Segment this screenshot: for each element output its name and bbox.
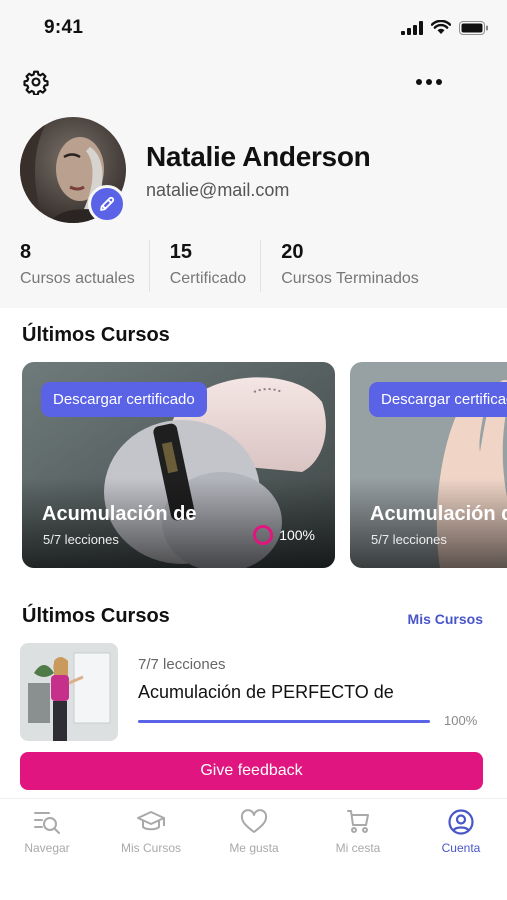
course-card-progress: 100% — [253, 525, 315, 545]
course-card-lessons: 5/7 lecciones — [43, 532, 119, 547]
list-item-progress-fill — [138, 720, 430, 723]
home-indicator — [187, 884, 321, 889]
ellipsis-icon — [416, 79, 442, 85]
tab-label: Mi cesta — [335, 841, 381, 855]
gear-icon — [23, 70, 49, 95]
stat-label: Cursos Terminados — [281, 270, 419, 287]
list-item-progress-label: 100% — [444, 713, 478, 728]
course-card-title: Acumulación de — [370, 503, 507, 525]
cart-icon — [347, 810, 369, 833]
tab-cuenta[interactable]: Cuenta — [411, 809, 507, 855]
tab-label: Me gusta — [229, 841, 279, 855]
status-icons — [401, 20, 489, 35]
tab-mi-cesta[interactable]: Mi cesta — [308, 809, 408, 855]
user-circle-icon — [448, 809, 474, 835]
course-thumbnail — [20, 643, 118, 741]
tab-label: Navegar — [24, 841, 70, 855]
course-card-title: Acumulación de — [42, 503, 197, 525]
more-options-button[interactable] — [413, 70, 445, 94]
course-card[interactable]: Descargar certificado Acumulación de 5/7… — [22, 362, 335, 568]
section-title-latest-courses: Últimos Cursos — [22, 324, 170, 346]
download-certificate-button[interactable]: Descargar certificado — [41, 382, 207, 417]
section-title-latest-courses-list: Últimos Cursos — [22, 605, 170, 627]
signal-icon — [401, 20, 423, 35]
give-feedback-button[interactable]: Give feedback — [20, 752, 483, 790]
my-courses-link[interactable]: Mis Cursos — [408, 611, 483, 627]
stat-current-courses[interactable]: 8 Cursos actuales — [20, 240, 150, 292]
course-card-lessons: 5/7 lecciones — [371, 532, 447, 547]
course-carousel[interactable]: Descargar certificado Acumulación de 5/7… — [0, 362, 507, 569]
pencil-icon — [100, 196, 115, 211]
list-item-progress-bar — [138, 720, 430, 723]
progress-ring-icon — [253, 525, 274, 545]
stat-value: 20 — [281, 241, 304, 263]
battery-icon — [459, 20, 488, 35]
stat-finished-courses[interactable]: 20 Cursos Terminados — [281, 240, 433, 292]
heart-icon — [240, 809, 268, 833]
download-certificate-button[interactable]: Descargar certificado — [369, 382, 507, 417]
profile-name: Natalie Anderson — [146, 141, 371, 172]
status-time: 9:41 — [44, 17, 84, 38]
tab-mis-cursos[interactable]: Mis Cursos — [101, 809, 201, 855]
search-list-icon — [34, 812, 60, 834]
list-item-title: Acumulación de PERFECTO de — [138, 682, 394, 702]
status-bar: 9:41 — [0, 0, 507, 56]
stat-label: Cursos actuales — [20, 270, 135, 287]
list-item[interactable]: 7/7 lecciones Acumulación de PERFECTO de… — [20, 643, 487, 743]
stat-certificates[interactable]: 15 Certificado — [169, 240, 262, 292]
list-item-lessons: 7/7 lecciones — [138, 656, 226, 673]
settings-button[interactable] — [22, 68, 50, 96]
graduation-cap-icon — [137, 811, 165, 831]
tab-me-gusta[interactable]: Me gusta — [204, 809, 304, 855]
tab-label: Cuenta — [441, 841, 481, 855]
tab-navegar[interactable]: Navegar — [0, 809, 97, 855]
stat-value: 8 — [20, 241, 32, 263]
profile-email: natalie@mail.com — [146, 180, 290, 200]
stat-value: 15 — [169, 241, 192, 263]
edit-avatar-button[interactable] — [88, 185, 126, 223]
course-card-progress-value: 100% — [279, 527, 315, 543]
stats-row: 8 Cursos actuales 15 Certificado 20 Curs… — [20, 240, 453, 296]
course-card[interactable]: Descargar certificado Acumulación de 5/7… — [350, 362, 507, 568]
wifi-icon — [431, 20, 451, 34]
tab-label: Mis Cursos — [120, 841, 181, 855]
stat-label: Certificado — [169, 270, 247, 287]
avatar-wrapper — [20, 117, 126, 223]
